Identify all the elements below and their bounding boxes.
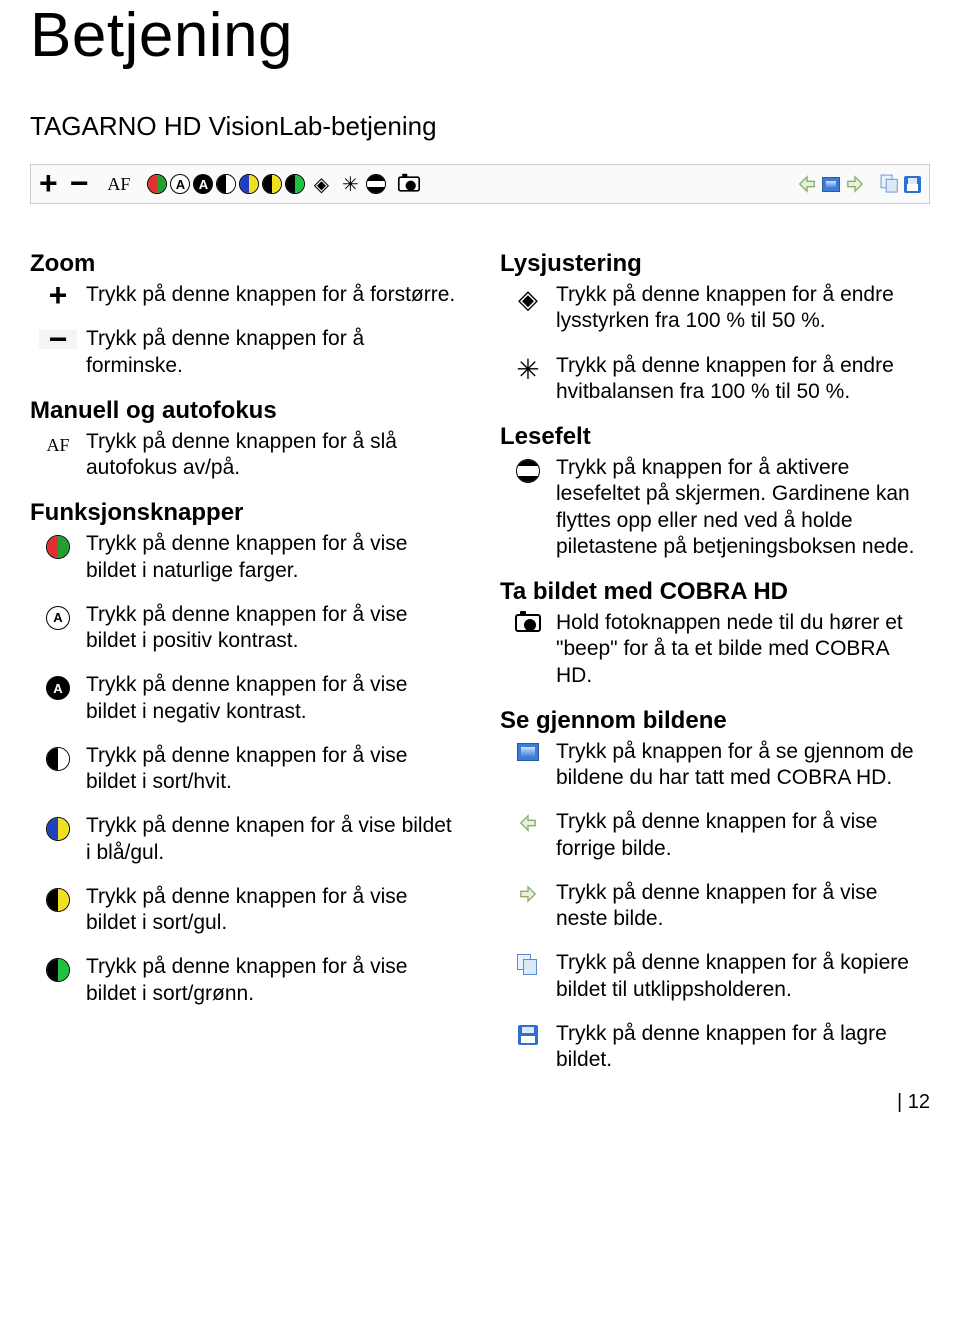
brightness-icon[interactable]: ◈ — [308, 171, 334, 197]
right-column: Lysjustering ◈ Trykk på denne knappen fo… — [500, 250, 930, 1114]
blue-yellow-icon[interactable] — [239, 174, 259, 194]
readfield-heading: Lesefelt — [500, 423, 930, 451]
copy-icon[interactable] — [881, 175, 900, 194]
camera-icon — [515, 614, 541, 632]
zoom-in-icon: + — [49, 286, 68, 305]
blackyellow-desc: Trykk på denne knappen for å vise bildet… — [86, 884, 460, 937]
bw-icon — [46, 747, 70, 771]
whitebalance-icon: ✳ — [515, 357, 541, 383]
toolbar: + − AF A A ◈ ✳ — [30, 164, 930, 204]
save-icon[interactable] — [904, 176, 921, 193]
toolbar-right — [795, 173, 921, 195]
negative-contrast-icon: A — [46, 676, 70, 700]
zoom-out-icon[interactable]: − — [70, 174, 89, 193]
capture-desc: Hold fotoknappen nede til du hører et "b… — [556, 610, 930, 689]
zoom-out-desc: Trykk på denne knappen for å forminske. — [86, 326, 460, 379]
save-icon — [518, 1025, 538, 1045]
zoom-in-icon[interactable]: + — [39, 174, 58, 193]
subtitle: TAGARNO HD VisionLab-betjening — [30, 111, 930, 142]
brightness-desc: Trykk på denne knappen for å endre lysst… — [556, 282, 930, 335]
func-heading: Funksjonsknapper — [30, 499, 460, 527]
brightness-icon: ◈ — [515, 286, 541, 312]
autofocus-desc: Trykk på denne knappen for å slå autofok… — [86, 429, 460, 482]
blueyellow-desc: Trykk på denne knapen for å vise bildet … — [86, 813, 460, 866]
bw-icon[interactable] — [216, 174, 236, 194]
zoom-in-desc: Trykk på denne knappen for å forstørre. — [86, 282, 460, 308]
focus-heading: Manuell og autofokus — [30, 397, 460, 425]
browse-heading: Se gjennom bildene — [500, 707, 930, 735]
page-number: | 12 — [500, 1091, 930, 1114]
black-green-icon[interactable] — [285, 174, 305, 194]
autofocus-icon[interactable]: AF — [104, 172, 133, 197]
next-desc: Trykk på denne knappen for å vise neste … — [556, 880, 930, 933]
natural-color-icon[interactable] — [147, 174, 167, 194]
natural-desc: Trykk på denne knappen for å vise bildet… — [86, 531, 460, 584]
page-title: Betjening — [30, 0, 930, 71]
next-image-icon[interactable] — [843, 174, 867, 194]
zoom-out-icon: − — [39, 330, 78, 349]
prev-image-icon[interactable] — [795, 174, 819, 194]
positive-desc: Trykk på denne knappen for å vise bildet… — [86, 602, 460, 655]
natural-color-icon — [46, 535, 70, 559]
whitebalance-desc: Trykk på denne knappen for å endre hvitb… — [556, 353, 930, 406]
copy-desc: Trykk på denne knappen for å kopiere bil… — [556, 950, 930, 1003]
black-yellow-icon[interactable] — [262, 174, 282, 194]
readfield-icon — [516, 459, 540, 483]
positive-contrast-icon: A — [46, 606, 70, 630]
bw-desc: Trykk på denne knappen for å vise bildet… — [86, 743, 460, 796]
next-image-icon — [516, 884, 540, 904]
readfield-icon[interactable] — [366, 174, 386, 194]
whitebalance-icon[interactable]: ✳ — [337, 171, 363, 197]
autofocus-icon: AF — [43, 433, 72, 458]
black-yellow-icon — [46, 888, 70, 912]
save-desc: Trykk på denne knappen for å lagre bilde… — [556, 1021, 930, 1074]
copy-icon — [517, 954, 539, 976]
blue-yellow-icon — [46, 817, 70, 841]
prev-image-icon — [516, 813, 540, 833]
prev-desc: Trykk på denne knappen for å vise forrig… — [556, 809, 930, 862]
light-heading: Lysjustering — [500, 250, 930, 278]
zoom-heading: Zoom — [30, 250, 460, 278]
black-green-icon — [46, 958, 70, 982]
camera-icon[interactable] — [398, 176, 420, 191]
gallery-icon — [517, 743, 539, 761]
capture-heading: Ta bildet med COBRA HD — [500, 578, 930, 606]
positive-contrast-icon[interactable]: A — [170, 174, 190, 194]
negative-desc: Trykk på denne knappen for å vise bildet… — [86, 672, 460, 725]
negative-contrast-icon[interactable]: A — [193, 174, 213, 194]
blackgreen-desc: Trykk på denne knappen for å vise bildet… — [86, 954, 460, 1007]
readfield-desc: Trykk på knappen for å aktivere lesefelt… — [556, 455, 930, 560]
left-column: Zoom + Trykk på denne knappen for å fors… — [30, 250, 460, 1114]
toolbar-left: + − AF A A ◈ ✳ — [39, 171, 422, 197]
gallery-icon[interactable] — [822, 177, 840, 192]
gallery-desc: Trykk på knappen for å se gjennom de bil… — [556, 739, 930, 792]
